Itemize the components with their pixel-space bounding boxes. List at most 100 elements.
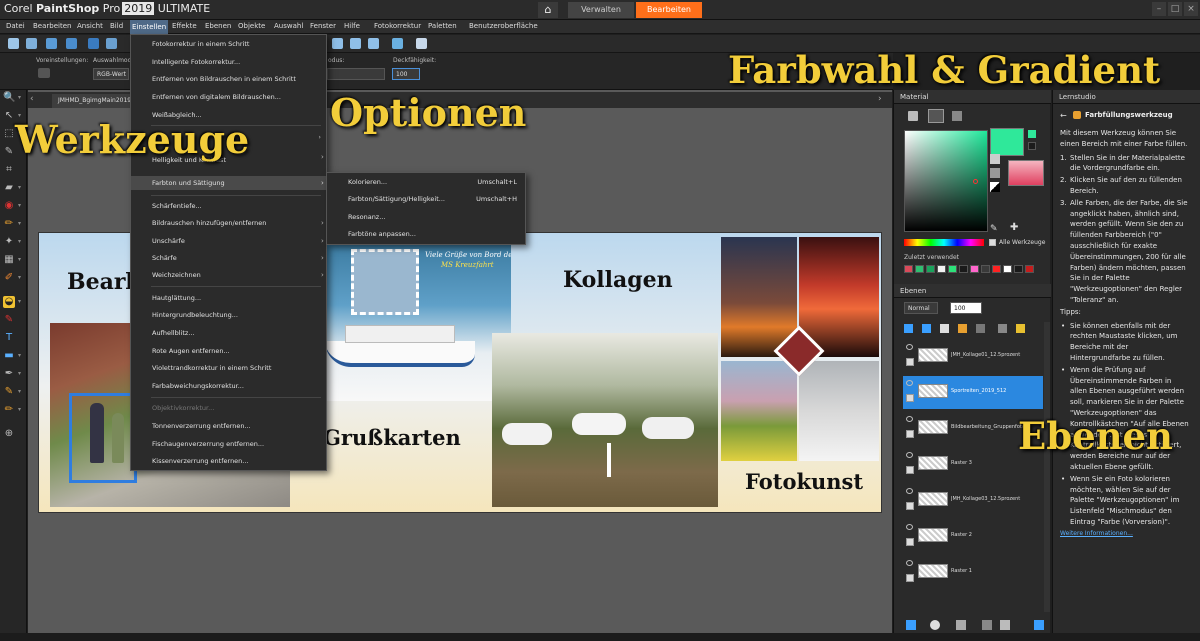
submenu-item-resonanz[interactable]: Resonanz...: [327, 209, 525, 226]
home-icon[interactable]: ⌂: [538, 2, 558, 18]
bg-small-swatch[interactable]: [1028, 142, 1036, 150]
menu-item-bildrauschen-schritt[interactable]: Entfernen von Bildrauschen in einem Schr…: [131, 72, 326, 86]
menu-paletten[interactable]: Paletten: [428, 22, 457, 30]
fit-window-icon[interactable]: [392, 38, 403, 49]
back-icon[interactable]: ←: [1060, 111, 1067, 120]
layer-row[interactable]: JMH_Kollage01_12.5prozent: [903, 340, 1043, 373]
layer-lock-icon[interactable]: [906, 430, 914, 438]
eyedropper-icon[interactable]: ✎: [990, 224, 998, 234]
background-gradient-swatch[interactable]: [1008, 160, 1044, 186]
menu-hilfe[interactable]: Hilfe: [344, 22, 360, 30]
menu-item-schaerfe[interactable]: Schärfe: [131, 251, 326, 265]
layer-lock-icon[interactable]: [906, 538, 914, 546]
recent-color-swatch[interactable]: [1003, 265, 1012, 273]
eye-icon[interactable]: [906, 560, 913, 566]
gradient-tool-icon[interactable]: ▦: [3, 254, 15, 266]
eye-icon[interactable]: [906, 344, 913, 350]
recent-color-swatch[interactable]: [1014, 265, 1023, 273]
color-field[interactable]: [904, 130, 988, 232]
layer-row[interactable]: Sportreiten_2019_512: [903, 376, 1043, 409]
swatches-icon[interactable]: [952, 111, 962, 121]
red-eye-tool-icon[interactable]: ◉: [3, 200, 15, 212]
eye-icon[interactable]: [906, 488, 913, 494]
lighten-tool-icon[interactable]: ✐: [3, 272, 15, 284]
fg-small-swatch[interactable]: [1028, 130, 1036, 138]
eraser-tool-icon[interactable]: ✏: [3, 404, 15, 416]
add-swatch-icon[interactable]: ✚: [1010, 222, 1018, 233]
layers-scrollbar[interactable]: [1044, 322, 1050, 612]
pen-tool-icon[interactable]: ✒: [3, 368, 15, 380]
hue-strip[interactable]: [904, 239, 984, 246]
layer-merge-icon[interactable]: [982, 620, 992, 630]
crop-tool-icon[interactable]: ⌗: [3, 164, 15, 176]
recent-color-swatch[interactable]: [926, 265, 935, 273]
clone-tool-icon[interactable]: ✦: [3, 236, 15, 248]
text-tool-icon[interactable]: T: [3, 332, 15, 344]
menu-item-weichzeichnen[interactable]: Weichzeichnen: [131, 268, 326, 282]
maximize-icon[interactable]: □: [1168, 2, 1182, 16]
swap-icon[interactable]: [990, 168, 1000, 178]
more-info-link[interactable]: Weitere Informationen...: [1060, 529, 1190, 540]
zoom-fit-icon[interactable]: [332, 38, 343, 49]
recent-color-swatch[interactable]: [970, 265, 979, 273]
menu-benutzeroberflaeche[interactable]: Benutzeroberfläche: [469, 22, 538, 30]
new-layer-icon[interactable]: [904, 324, 913, 333]
new-group-icon[interactable]: [922, 324, 931, 333]
layer-style-icon[interactable]: [976, 324, 985, 333]
submenu-item-kolorieren[interactable]: Kolorieren... Umschalt+L: [327, 174, 525, 191]
menu-item-kissenverzerrung[interactable]: Kissenverzerrung entfernen...: [131, 454, 326, 468]
recent-color-swatch[interactable]: [981, 265, 990, 273]
menu-item-tonnenverzerrung[interactable]: Tonnenverzerrung entfernen...: [131, 419, 326, 433]
menu-item-bildrauschen-hinzufuegen[interactable]: Bildrauschen hinzufügen/entfernen: [131, 216, 326, 230]
eye-icon[interactable]: [906, 452, 913, 458]
recent-color-swatch[interactable]: [1025, 265, 1034, 273]
selection-tool-icon[interactable]: ⬚: [3, 128, 15, 140]
add-tool-icon[interactable]: ⊕: [3, 428, 15, 440]
zoom-in-icon[interactable]: [368, 38, 379, 49]
foreground-color-swatch[interactable]: [990, 128, 1024, 156]
preset-icon[interactable]: [38, 68, 50, 78]
recent-color-swatch[interactable]: [959, 265, 968, 273]
layer-row[interactable]: Raster 1: [903, 556, 1043, 589]
zoom-out-icon[interactable]: [350, 38, 361, 49]
menu-fotokorrektur[interactable]: Fotokorrektur: [374, 22, 421, 30]
scan-icon[interactable]: [66, 38, 77, 49]
menu-item-schaerfentiefe[interactable]: Schärfentiefe...: [131, 199, 326, 213]
link-icon[interactable]: [998, 324, 1007, 333]
eye-icon[interactable]: [906, 380, 913, 386]
tab-scroll-left-icon[interactable]: ‹: [30, 94, 34, 104]
layer-blend-dropdown[interactable]: Normal: [904, 302, 938, 314]
menu-fenster[interactable]: Fenster: [310, 22, 336, 30]
mask-icon[interactable]: [940, 324, 949, 333]
recent-color-swatch[interactable]: [915, 265, 924, 273]
menu-item-farbton-saettigung[interactable]: Farbton und Sättigung: [131, 176, 326, 190]
save-icon[interactable]: [88, 38, 99, 49]
move-tool-icon[interactable]: ▰: [3, 182, 15, 194]
select-mode-dropdown[interactable]: RGB-Wert: [93, 68, 129, 80]
menu-item-farbabweichungskorrektur[interactable]: Farbabweichungskorrektur...: [131, 379, 326, 393]
dropper-tool-icon[interactable]: ✎: [3, 146, 15, 158]
brush-tool-icon[interactable]: ✏: [3, 218, 15, 230]
zoom-tool-icon[interactable]: 🔍: [3, 92, 15, 104]
menu-item-hintergrundbeleuchtung[interactable]: Hintergrundbeleuchtung...: [131, 308, 326, 322]
menu-ebenen[interactable]: Ebenen: [205, 22, 231, 30]
minimize-icon[interactable]: –: [1152, 2, 1166, 16]
eye-icon[interactable]: [906, 416, 913, 422]
menu-item-fotokorrektur[interactable]: Fotokorrektur in einem Schritt: [131, 37, 326, 51]
all-tools-checkbox[interactable]: [989, 239, 996, 246]
blend-mode-dropdown[interactable]: [327, 68, 385, 80]
pick-tool-icon[interactable]: ↖: [3, 110, 15, 122]
menu-bild[interactable]: Bild: [110, 22, 123, 30]
layer-properties-icon[interactable]: [1034, 620, 1044, 630]
menu-item-digitales-bildrauschen[interactable]: Entfernen von digitalem Bildrauschen...: [131, 90, 326, 104]
recent-color-swatch[interactable]: [937, 265, 946, 273]
menu-item-fischaugenverzerrung[interactable]: Fischaugenverzerrung entfernen...: [131, 437, 326, 451]
shape-tool-icon[interactable]: ▬: [3, 350, 15, 362]
arrange-icon[interactable]: [416, 38, 427, 49]
menu-item-hautglaettung[interactable]: Hautglättung...: [131, 291, 326, 305]
fill-tool-icon[interactable]: ◒: [3, 296, 15, 308]
recent-color-swatch[interactable]: [948, 265, 957, 273]
close-icon[interactable]: ×: [1184, 2, 1198, 16]
menu-objekte[interactable]: Objekte: [238, 22, 265, 30]
menu-datei[interactable]: Datei: [6, 22, 25, 30]
